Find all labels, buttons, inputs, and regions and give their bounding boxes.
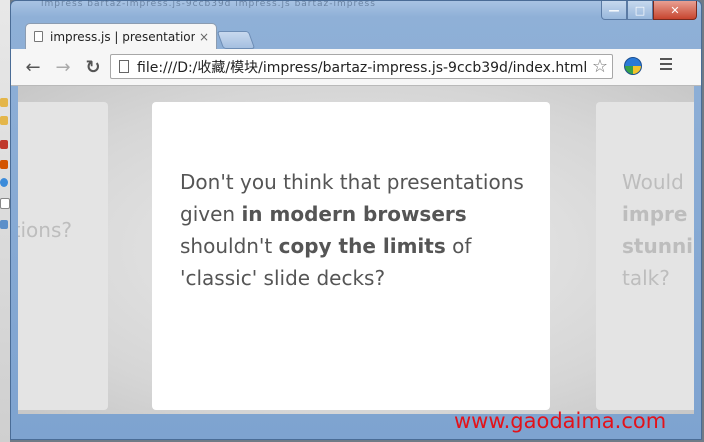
- slide-text-line: tions?: [18, 218, 72, 242]
- slide-previous[interactable]: l tions?: [18, 102, 108, 410]
- tab-close-icon[interactable]: ×: [199, 30, 209, 44]
- desktop-app-icon: [0, 140, 8, 149]
- address-bar[interactable]: file:///D:/收藏/模块/impress/bartaz-impress.…: [110, 54, 613, 79]
- slide-next[interactable]: Would impre stunni talk?: [596, 102, 694, 410]
- extension-icon[interactable]: [624, 57, 642, 75]
- tab-impress[interactable]: impress.js | presentation ×: [25, 23, 217, 49]
- slide-current: Don't you think that presentations given…: [152, 102, 550, 410]
- desktop-file-icon: [0, 220, 8, 229]
- desktop-app-icon: [0, 160, 8, 169]
- forward-button[interactable]: →: [51, 56, 75, 78]
- maximize-button[interactable]: □: [627, 1, 653, 20]
- slide-text-line: impre: [622, 202, 688, 226]
- slide-text-line: l: [18, 182, 72, 214]
- slide-text: shouldn't: [180, 234, 279, 258]
- slide-bold-text: in modern browsers: [241, 202, 467, 226]
- background-window-text: lmpress bartaz-impress.js-9ccb39d impres…: [41, 0, 376, 9]
- minimize-button[interactable]: —: [601, 1, 627, 20]
- desktop-chrome-icon: [0, 178, 8, 187]
- bookmark-star-icon[interactable]: ☆: [588, 56, 612, 77]
- window-controls: — □ ✕: [601, 1, 697, 20]
- slide-text-line: stunni: [622, 234, 694, 258]
- page-icon: [34, 31, 43, 42]
- desktop-edge: [0, 0, 10, 442]
- browser-window: lmpress bartaz-impress.js-9ccb39d impres…: [10, 0, 702, 440]
- close-window-button[interactable]: ✕: [653, 1, 697, 20]
- toolbar: ← → ↻ file:///D:/收藏/模块/impress/bartaz-im…: [11, 49, 701, 86]
- slide-text-line: Would: [622, 170, 684, 194]
- slide-text-line: talk?: [622, 266, 670, 290]
- page-icon: [119, 60, 129, 73]
- back-button[interactable]: ←: [21, 56, 45, 78]
- slide-bold-text: copy the limits: [278, 234, 446, 258]
- tab-title: impress.js | presentation: [50, 29, 195, 44]
- desktop-folder-icon: [0, 116, 8, 125]
- new-tab-button[interactable]: [216, 31, 256, 49]
- url-text[interactable]: file:///D:/收藏/模块/impress/bartaz-impress.…: [137, 57, 588, 77]
- desktop-file-icon: [0, 198, 10, 209]
- desktop-folder-icon: [0, 98, 8, 107]
- watermark-text: www.gaodaima.com: [454, 409, 667, 433]
- page-viewport: l tions? Don't you think that presentati…: [18, 86, 694, 414]
- reload-button[interactable]: ↻: [81, 56, 105, 78]
- menu-icon[interactable]: [660, 58, 672, 73]
